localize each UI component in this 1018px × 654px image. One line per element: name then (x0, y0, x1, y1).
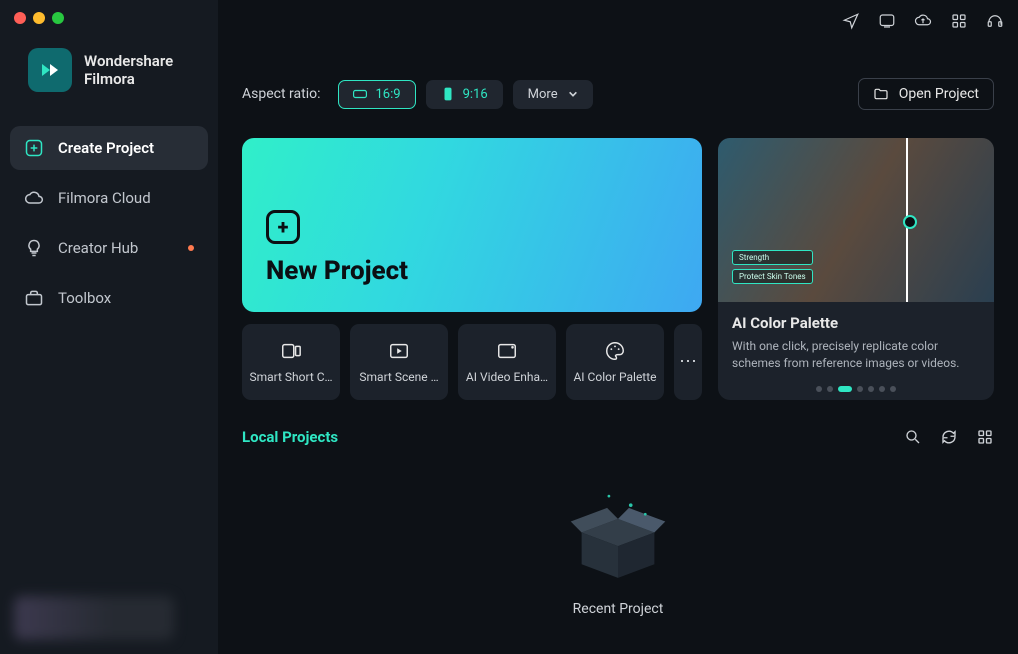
brand: Wondershare Filmora (0, 40, 218, 112)
ellipsis-icon: ⋯ (679, 351, 697, 372)
aspect-ratio-bar: Aspect ratio: 16:9 9:16 More Open Projec… (242, 78, 994, 110)
feature-title: AI Color Palette (732, 314, 980, 332)
aspect-ratio-9-16[interactable]: 9:16 (426, 80, 503, 109)
toolbox-icon (24, 288, 44, 308)
carousel-dot[interactable] (857, 386, 863, 392)
chevron-down-icon (568, 89, 578, 99)
minimize-window-button[interactable] (33, 12, 45, 24)
tool-more[interactable]: ⋯ (674, 324, 702, 400)
brand-logo (28, 48, 72, 92)
scene-icon (388, 340, 410, 362)
sidebar-item-label: Toolbox (58, 289, 111, 307)
refresh-icon[interactable] (940, 428, 958, 446)
new-project-title: New Project (266, 256, 678, 286)
tool-label: Smart Scene … (359, 370, 438, 384)
feature-tag: Strength (732, 250, 813, 265)
window-controls (14, 12, 64, 24)
sidebar: Wondershare Filmora Create Project Filmo… (0, 0, 218, 654)
plus-icon: + (266, 210, 300, 244)
cloud-icon (24, 188, 44, 208)
brand-line2: Filmora (84, 70, 173, 88)
sidebar-item-label: Filmora Cloud (58, 189, 151, 207)
feature-desc: With one click, precisely replicate colo… (732, 338, 980, 372)
aspect-ratio-label: Aspect ratio: (242, 86, 320, 102)
tool-label: Smart Short C… (249, 370, 332, 384)
carousel-dot[interactable] (816, 386, 822, 392)
feature-thumbnail: Strength Protect Skin Tones (718, 138, 994, 302)
plus-square-icon (24, 138, 44, 158)
sidebar-item-label: Create Project (58, 139, 154, 157)
brand-line1: Wondershare (84, 52, 173, 70)
brand-text: Wondershare Filmora (84, 52, 173, 88)
carousel-dot[interactable] (868, 386, 874, 392)
tool-ai-color-palette[interactable]: AI Color Palette (566, 324, 664, 400)
bulb-icon (24, 238, 44, 258)
empty-state: Recent Project (242, 466, 994, 638)
local-projects-bar: Local Projects (242, 428, 994, 446)
carousel-dot[interactable] (827, 386, 833, 392)
grid-view-icon[interactable] (976, 428, 994, 446)
account-area[interactable] (0, 582, 218, 654)
section-actions (904, 428, 994, 446)
hero-row: + New Project Smart Short C… Smart Scene… (242, 138, 994, 400)
carousel-dot-active[interactable] (838, 386, 852, 392)
enhance-icon (496, 340, 518, 362)
sidebar-nav: Create Project Filmora Cloud Creator Hub… (0, 112, 218, 334)
sidebar-item-create-project[interactable]: Create Project (10, 126, 208, 170)
ratio-option-label: 9:16 (463, 87, 488, 102)
landscape-icon (353, 87, 367, 101)
open-project-button[interactable]: Open Project (858, 78, 994, 110)
ratio-more-label: More (528, 87, 558, 102)
notification-dot-icon (188, 245, 194, 251)
sidebar-item-creator-hub[interactable]: Creator Hub (10, 226, 208, 270)
main: Aspect ratio: 16:9 9:16 More Open Projec… (218, 0, 1018, 654)
feature-body: AI Color Palette With one click, precise… (718, 302, 994, 382)
empty-label: Recent Project (573, 601, 664, 617)
search-icon[interactable] (904, 428, 922, 446)
folder-icon (873, 86, 889, 102)
tool-label: AI Color Palette (573, 370, 656, 384)
sidebar-item-toolbox[interactable]: Toolbox (10, 276, 208, 320)
tool-ai-video-enhance[interactable]: AI Video Enha… (458, 324, 556, 400)
tool-label: AI Video Enha… (466, 370, 548, 384)
maximize-window-button[interactable] (52, 12, 64, 24)
aspect-ratio-more[interactable]: More (513, 80, 593, 109)
palette-icon (604, 340, 626, 362)
empty-box-icon (563, 487, 673, 587)
portrait-icon (441, 87, 455, 101)
feature-card[interactable]: Strength Protect Skin Tones AI Color Pal… (718, 138, 994, 400)
sidebar-item-filmora-cloud[interactable]: Filmora Cloud (10, 176, 208, 220)
feature-tag: Protect Skin Tones (732, 269, 813, 284)
carousel-dot[interactable] (879, 386, 885, 392)
clips-icon (280, 340, 302, 362)
target-icon (903, 215, 917, 229)
avatar-blur (14, 596, 174, 640)
new-project-card[interactable]: + New Project (242, 138, 702, 312)
tool-smart-short-clips[interactable]: Smart Short C… (242, 324, 340, 400)
tool-row: Smart Short C… Smart Scene … AI Video En… (242, 324, 702, 400)
tool-smart-scene[interactable]: Smart Scene … (350, 324, 448, 400)
carousel-dots (718, 382, 994, 400)
close-window-button[interactable] (14, 12, 26, 24)
section-title: Local Projects (242, 428, 338, 446)
open-project-label: Open Project (899, 86, 979, 102)
carousel-dot[interactable] (890, 386, 896, 392)
sidebar-item-label: Creator Hub (58, 239, 138, 257)
ratio-option-label: 16:9 (375, 87, 400, 102)
aspect-ratio-16-9[interactable]: 16:9 (338, 80, 415, 109)
